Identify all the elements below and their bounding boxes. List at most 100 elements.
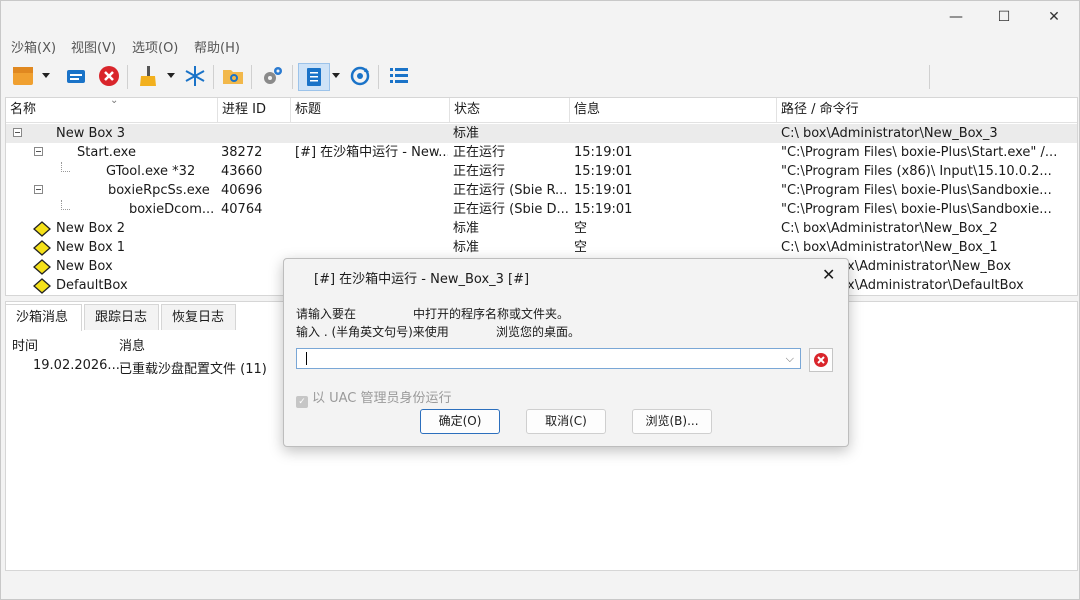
row-name: New Box 3 <box>56 126 126 141</box>
row-info: 空 <box>574 221 588 236</box>
tree-row[interactable]: GTool.exe *32 43660 正在运行 15:19:01 "C:\Pr… <box>6 162 1077 181</box>
column-pid[interactable]: 进程 ID <box>218 98 291 122</box>
toolbar-separator <box>251 65 252 89</box>
sandbox-list-icon[interactable] <box>62 63 88 89</box>
settings-gears-icon[interactable] <box>260 63 286 89</box>
collapse-icon[interactable] <box>34 185 43 194</box>
row-name: GTool.exe *32 <box>106 164 196 179</box>
tree-row[interactable]: boxieRpcSs.exe 40696 正在运行 (Sbie R... 15:… <box>6 181 1077 200</box>
browse-button[interactable]: 浏览(B)... <box>632 409 712 434</box>
tree-row[interactable]: New Box 3 标准 C:\ box\Administrator\New_B… <box>6 124 1077 143</box>
title-bar: — ☐ ✕ <box>1 1 1079 33</box>
uac-admin-checkbox[interactable]: ✓ 以 UAC 管理员身份运行 <box>296 387 452 408</box>
row-pid: 38272 <box>221 145 263 160</box>
program-path-combobox[interactable]: ⌵ <box>296 348 801 369</box>
collapse-icon[interactable] <box>34 147 43 156</box>
column-path[interactable]: 路径 / 命令行 <box>777 98 1077 122</box>
menu-help[interactable]: 帮助(H) <box>194 37 240 56</box>
list-view-icon[interactable] <box>386 63 412 89</box>
row-status: 正在运行 (Sbie R... <box>453 183 568 198</box>
menu-view[interactable]: 视图(V) <box>71 37 116 56</box>
toolbar-separator <box>292 65 293 89</box>
dialog-instruction-1a: 请输入要在 <box>296 307 357 321</box>
tree-header: 名称 ⌄ 进程 ID 标题 状态 信息 路径 / 命令行 <box>6 98 1077 123</box>
row-path: "C:\Program Files\ boxie-Plus\Sandboxie.… <box>781 202 1052 217</box>
row-path: C:\ box\Administrator\New_Box_3 <box>781 126 998 141</box>
log-time: 19.02.2026... <box>33 358 120 373</box>
row-info: 15:19:01 <box>574 145 633 160</box>
row-path: x\Administrator\New_Box <box>847 259 1012 274</box>
freeze-snowflake-icon[interactable] <box>182 63 208 89</box>
sandbox-diamond-icon <box>33 278 51 294</box>
column-info[interactable]: 信息 <box>570 98 777 122</box>
row-name: New Box 2 <box>56 221 126 236</box>
row-status: 标准 <box>453 126 480 141</box>
notepad-view-icon[interactable] <box>298 63 330 91</box>
terminate-all-icon[interactable] <box>96 63 122 89</box>
toolbar-separator <box>378 65 379 89</box>
row-path: "C:\Program Files\ boxie-Plus\Start.exe"… <box>781 145 1058 160</box>
tree-connector <box>61 200 70 210</box>
column-status[interactable]: 状态 <box>450 98 570 122</box>
dialog-close-icon[interactable]: ✕ <box>822 265 835 284</box>
close-window-button[interactable]: ✕ <box>1031 1 1077 33</box>
row-pid: 40696 <box>221 183 263 198</box>
row-info: 空 <box>574 240 588 255</box>
text-caret <box>306 352 307 365</box>
tree-row[interactable]: Start.exe 38272 [#] 在沙箱中运行 - New... 正在运行… <box>6 143 1077 162</box>
row-status: 正在运行 <box>453 164 506 179</box>
row-info: 15:19:01 <box>574 202 633 217</box>
dialog-instruction-2b: 浏览您的桌面。 <box>496 325 581 339</box>
row-name: boxieRpcSs.exe <box>108 183 210 198</box>
row-title: [#] 在沙箱中运行 - New... <box>295 145 448 160</box>
row-pid: 40764 <box>221 202 263 217</box>
tree-row[interactable]: New Box 2 标准 空 C:\ box\Administrator\New… <box>6 219 1077 238</box>
log-column-message[interactable]: 消息 <box>119 335 145 354</box>
sandbox-diamond-icon <box>33 240 51 256</box>
sandbox-diamond-icon <box>33 221 51 237</box>
menu-sandbox[interactable]: 沙箱(X) <box>11 37 56 56</box>
tab-trace-log[interactable]: 跟踪日志 <box>84 304 159 330</box>
column-title[interactable]: 标题 <box>291 98 450 122</box>
log-message: 已重载沙盘配置文件 (11) <box>119 362 267 377</box>
refresh-icon[interactable] <box>347 63 373 89</box>
minimize-button[interactable]: — <box>933 1 979 33</box>
dialog-instruction-1b: 中打开的程序名称或文件夹。 <box>413 307 570 321</box>
row-path: C:\ box\Administrator\New_Box_2 <box>781 221 998 236</box>
clear-red-x-icon <box>814 353 828 367</box>
uac-admin-label: 以 UAC 管理员身份运行 <box>312 391 452 406</box>
row-status: 正在运行 (Sbie D... <box>453 202 569 217</box>
collapse-icon[interactable] <box>13 128 22 137</box>
tab-sandbox-messages[interactable]: 沙箱消息 <box>5 304 82 331</box>
browse-folder-icon[interactable] <box>220 63 246 89</box>
maximize-button[interactable]: ☐ <box>981 1 1027 33</box>
log-column-time[interactable]: 时间 <box>12 335 38 354</box>
clear-input-button[interactable] <box>809 348 833 372</box>
new-box-icon[interactable] <box>10 63 36 89</box>
tab-recovery-log[interactable]: 恢复日志 <box>161 304 236 330</box>
tree-connector <box>61 162 70 172</box>
row-path: "C:\Program Files (x86)\ Input\15.10.0.2… <box>781 164 1052 179</box>
tree-row[interactable]: New Box 1 标准 空 C:\ box\Administrator\New… <box>6 238 1077 257</box>
cleanup-dropdown-icon[interactable] <box>167 73 175 78</box>
sandbox-diamond-icon <box>33 259 51 275</box>
row-status: 标准 <box>453 240 480 255</box>
new-box-dropdown-icon[interactable] <box>42 73 50 78</box>
chevron-down-icon[interactable]: ⌵ <box>786 352 794 366</box>
row-info: 15:19:01 <box>574 183 633 198</box>
view-dropdown-icon[interactable] <box>332 73 340 78</box>
row-pid: 43660 <box>221 164 263 179</box>
row-name: New Box 1 <box>56 240 126 255</box>
dialog-title: [#] 在沙箱中运行 - New_Box_3 [#] <box>314 272 530 287</box>
tree-row[interactable]: boxieDcom... 40764 正在运行 (Sbie D... 15:19… <box>6 200 1077 219</box>
row-status: 正在运行 <box>453 145 506 160</box>
cleanup-broom-icon[interactable] <box>135 63 161 89</box>
toolbar-separator <box>127 65 128 89</box>
menu-options[interactable]: 选项(O) <box>132 37 178 56</box>
row-name: New Box <box>56 259 113 274</box>
toolbar <box>1 57 1079 95</box>
status-bar <box>1 573 1079 599</box>
cancel-button[interactable]: 取消(C) <box>526 409 606 434</box>
ok-button[interactable]: 确定(O) <box>420 409 500 434</box>
row-path: "C:\Program Files\ boxie-Plus\Sandboxie.… <box>781 183 1052 198</box>
